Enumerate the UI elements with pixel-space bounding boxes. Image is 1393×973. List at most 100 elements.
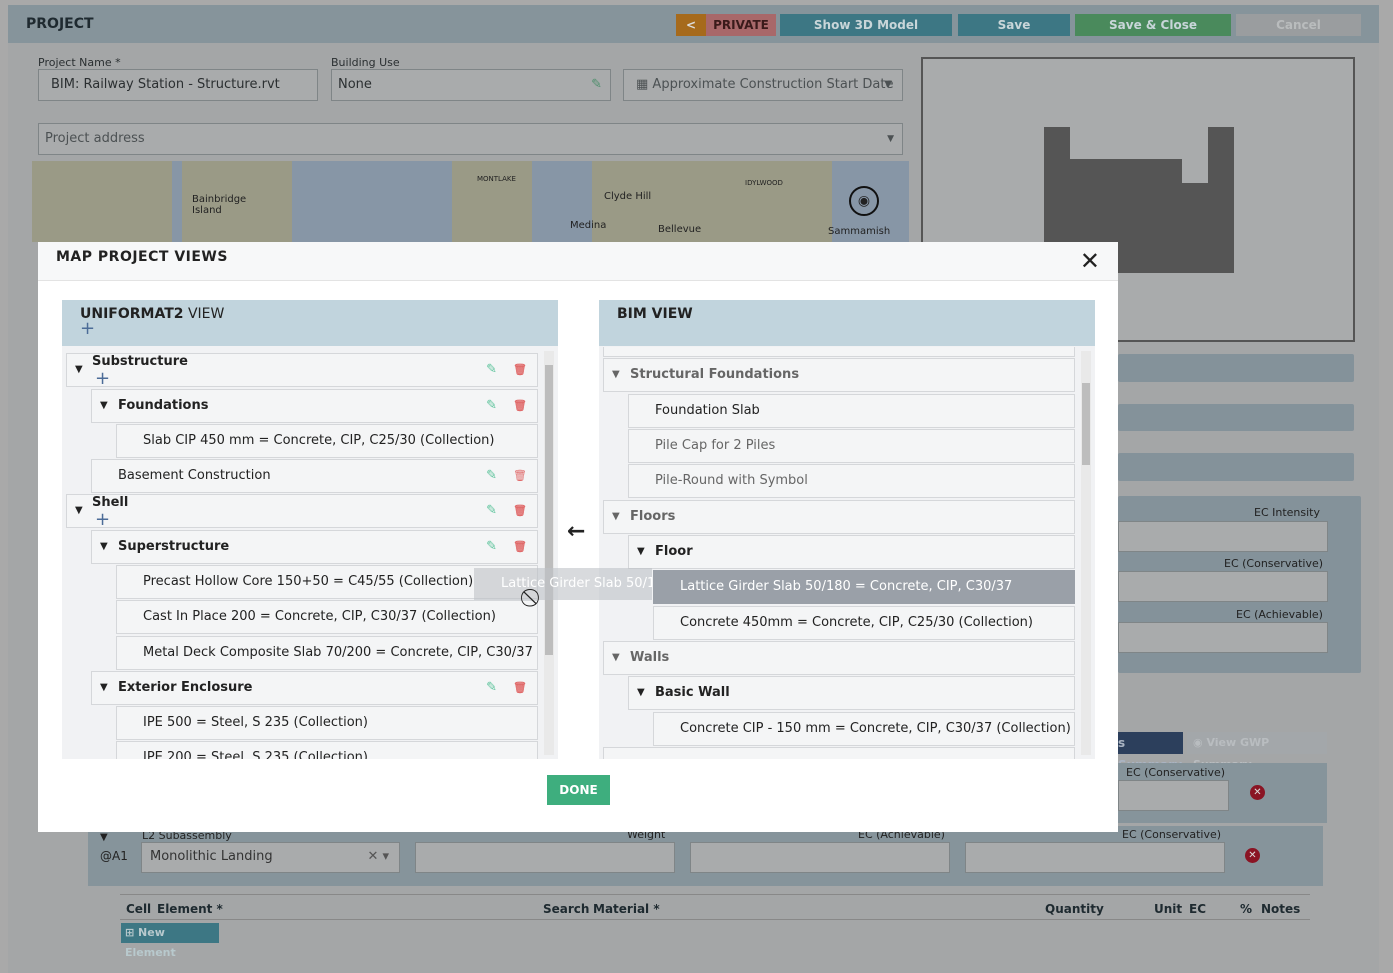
tree-group[interactable]: Structural Foundations ▼ <box>603 358 1075 392</box>
trash-icon[interactable]: 🗑 <box>513 354 527 386</box>
l2-subassembly-select[interactable]: Monolithic Landing ✕ ▾ <box>141 842 400 873</box>
caret-down-icon[interactable]: ▼ <box>75 354 83 386</box>
building-use-input[interactable]: None ✎ <box>331 69 611 101</box>
tree-item[interactable]: Foundation Slab <box>628 394 1075 428</box>
tree-item[interactable]: Concrete CIP - 150 mm = Concrete, CIP, C… <box>653 712 1075 746</box>
close-icon[interactable]: ✕ <box>1080 247 1100 275</box>
tree-item[interactable]: IPE 200 = Steel, S 235 (Collection) <box>116 741 538 759</box>
edit-icon[interactable]: ✎ <box>486 531 497 563</box>
share-button[interactable]: < <box>676 14 706 36</box>
tree-group[interactable]: Basic Wall ▼ <box>628 676 1075 710</box>
tree-item[interactable]: Pile-Round with Symbol <box>628 464 1075 498</box>
map-label: Bainbridge Island <box>192 194 247 216</box>
ec-conservative-input[interactable] <box>1118 571 1328 602</box>
tree-item[interactable]: Slab CIP 450 mm = Concrete, CIP, C25/30 … <box>116 424 538 458</box>
add-icon[interactable]: + <box>80 320 540 338</box>
tree-item-label: Foundation Slab <box>655 403 760 418</box>
trash-icon[interactable]: 🗑 <box>513 531 527 563</box>
tree-item[interactable]: Cast In Place 200 = Concrete, CIP, C30/3… <box>116 600 538 634</box>
ec-conservative-label: EC (Conservative) <box>1224 557 1324 570</box>
tree-item[interactable]: Pile Cap for 2 Piles <box>628 429 1075 463</box>
show-3d-model-button[interactable]: Show 3D Model <box>780 14 952 36</box>
ec-intensity-label: EC Intensity <box>1254 506 1321 519</box>
edit-icon[interactable]: ✎ <box>486 354 497 386</box>
ec-intensity-input[interactable] <box>1118 521 1328 552</box>
caret-down-icon[interactable]: ▼ <box>612 359 620 391</box>
tree-item-label: Basic Wall <box>655 685 730 700</box>
caret-down-icon[interactable]: ▼ <box>637 677 645 709</box>
project-address-placeholder: Project address <box>45 131 145 146</box>
tree-group[interactable]: Superstructure ▼ ✎ 🗑 <box>91 530 538 564</box>
trash-icon[interactable]: 🗑 <box>513 495 527 527</box>
tree-item[interactable]: Lattice Girder Slab 50/180 = Concrete, C… <box>653 570 1075 626</box>
trash-icon[interactable]: 🗑 <box>513 390 527 422</box>
tree-group[interactable]: Foundations ▼ ✎ 🗑 <box>91 389 538 423</box>
ec-conservative-input[interactable] <box>1118 780 1229 811</box>
panel-title: BIM VIEW <box>617 306 693 322</box>
edit-icon[interactable]: ✎ <box>486 390 497 422</box>
tree-group[interactable]: Substructure ▼ + ✎ 🗑 <box>66 353 538 388</box>
remove-icon[interactable]: ✕ <box>1245 848 1260 863</box>
section-bar[interactable] <box>1118 404 1354 431</box>
col-unit: Unit <box>1154 902 1183 916</box>
chevron-down-icon: ▼ <box>884 79 892 90</box>
tree-group[interactable]: Walls ▼ <box>603 641 1075 675</box>
add-icon[interactable]: + <box>95 370 110 388</box>
clear-icon[interactable]: ✕ ▾ <box>367 849 389 864</box>
tree-group[interactable]: Shell ▼ + ✎ 🗑 <box>66 494 538 529</box>
scrollbar[interactable] <box>544 351 554 755</box>
project-map[interactable]: Bainbridge Island MONTLAKE Clyde Hill ID… <box>32 161 909 242</box>
tree-group[interactable]: Floor ▼ <box>628 535 1075 569</box>
edit-icon[interactable]: ✎ <box>486 460 497 492</box>
summary-button[interactable]: s Summary <box>1118 732 1183 772</box>
tree-item[interactable]: IPE 500 = Steel, S 235 (Collection) <box>116 706 538 740</box>
col-quantity: Quantity <box>1045 902 1104 916</box>
caret-down-icon[interactable]: ▼ <box>100 390 108 422</box>
weight-input[interactable] <box>415 842 675 873</box>
project-name-input[interactable]: BIM: Railway Station - Structure.rvt <box>38 69 318 101</box>
trash-icon[interactable]: 🗑 <box>513 672 527 704</box>
remove-icon[interactable]: ✕ <box>1250 785 1265 800</box>
tree-item[interactable] <box>603 747 1075 759</box>
tree-item-label: Walls <box>630 650 670 665</box>
ec-achievable-input[interactable] <box>690 842 950 873</box>
tree-item-label: Floors <box>630 509 676 524</box>
ec-conservative-input[interactable] <box>965 842 1225 873</box>
tree-group[interactable]: Floors ▼ <box>603 500 1075 534</box>
tree-item[interactable]: Basement Construction ✎ 🗑 <box>91 459 538 493</box>
collapse-icon[interactable]: ▼ <box>100 832 108 843</box>
edit-icon[interactable]: ✎ <box>486 495 497 527</box>
scrollbar[interactable] <box>1081 351 1091 755</box>
start-date-select[interactable]: ▦ Approximate Construction Start Date ▼ <box>623 69 903 101</box>
save-close-button[interactable]: Save & Close <box>1075 14 1231 36</box>
ec-achievable-input[interactable] <box>1118 622 1328 653</box>
private-button[interactable]: PRIVATE <box>706 14 776 36</box>
tree-group[interactable]: Exterior Enclosure ▼ ✎ 🗑 <box>91 671 538 705</box>
trash-icon[interactable]: 🗑 <box>513 460 527 492</box>
done-button[interactable]: DONE <box>547 775 610 805</box>
tree-item-label: Superstructure <box>118 539 230 554</box>
cancel-button[interactable]: Cancel <box>1236 14 1361 36</box>
add-icon[interactable]: + <box>95 511 110 529</box>
caret-down-icon[interactable]: ▼ <box>637 536 645 568</box>
col-notes: Notes <box>1261 902 1301 916</box>
caret-down-icon[interactable]: ▼ <box>612 501 620 533</box>
uniformat2-tree: Substructure ▼ + ✎ 🗑 Foundations ▼ ✎ 🗑 Slab CIP 4… <box>62 347 558 759</box>
project-name-value: BIM: Railway Station - Structure.rvt <box>51 77 280 92</box>
new-element-button[interactable]: ⊞ New Element <box>121 923 219 959</box>
panel-title-suffix: VIEW <box>183 306 225 322</box>
caret-down-icon[interactable]: ▼ <box>100 531 108 563</box>
locate-icon[interactable]: ◉ <box>849 186 879 216</box>
caret-down-icon[interactable]: ▼ <box>612 642 620 674</box>
tree-item-label: Pile-Round with Symbol <box>655 473 808 488</box>
edit-icon[interactable]: ✎ <box>486 672 497 704</box>
project-address-select[interactable]: Project address ▼ <box>38 123 903 155</box>
save-button[interactable]: Save <box>958 14 1070 36</box>
tree-item[interactable]: Concrete 450mm = Concrete, CIP, C25/30 (… <box>653 606 1075 640</box>
caret-down-icon[interactable]: ▼ <box>75 495 83 527</box>
view-gwp-summary-button[interactable]: ◉ View GWP Summary <box>1187 732 1327 771</box>
section-bar[interactable] <box>1118 354 1354 382</box>
section-bar[interactable] <box>1118 453 1354 481</box>
caret-down-icon[interactable]: ▼ <box>100 672 108 704</box>
tree-item[interactable]: Metal Deck Composite Slab 70/200 = Concr… <box>116 636 538 692</box>
